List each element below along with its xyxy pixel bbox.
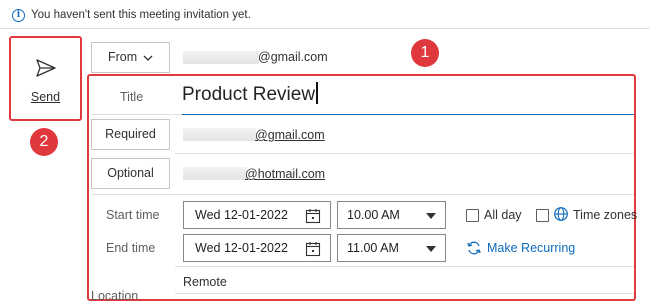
all-day-checkbox[interactable] [466,209,479,222]
location-underline [175,293,634,294]
end-date-value: Wed 12-01-2022 [195,241,288,255]
send-highlight-box [9,36,82,121]
required-button[interactable]: Required [91,119,170,150]
end-time-label: End time [106,241,156,255]
from-email-redacted [183,51,259,64]
required-email-redacted [183,128,256,141]
time-zones-label: Time zones [573,208,638,222]
start-date-picker[interactable]: Wed 12-01-2022 [183,201,331,229]
title-value: Product Review [182,84,316,105]
calendar-icon [305,209,321,224]
badge-two: 2 [30,128,58,156]
end-time-value: 11.00 AM [347,241,399,255]
separator [175,266,634,267]
separator [175,153,634,154]
time-zones-checkbox[interactable] [536,209,549,222]
separator [92,114,182,115]
title-label: Title [120,90,144,104]
end-date-picker[interactable]: Wed 12-01-2022 [183,234,331,262]
required-email-suffix[interactable]: @gmail.com [255,128,325,142]
dropdown-arrow-icon [426,246,436,252]
start-time-dropdown[interactable]: 10.00 AM [337,201,446,229]
info-icon: i [12,9,25,22]
from-email-suffix: @gmail.com [258,50,328,64]
location-value[interactable]: Remote [183,275,227,289]
text-caret [316,82,318,104]
dropdown-arrow-icon [426,213,436,219]
make-recurring-link[interactable]: Make Recurring [487,241,575,255]
title-underline [182,114,634,115]
info-message: You haven't sent this meeting invitation… [31,9,251,21]
optional-email-redacted [183,167,247,180]
chevron-down-icon [143,55,153,61]
globe-icon [554,207,568,221]
start-time-value: 10.00 AM [347,208,400,222]
all-day-label: All day [484,208,522,222]
location-label: Location [91,289,139,303]
from-button[interactable]: From [91,42,170,73]
start-date-value: Wed 12-01-2022 [195,208,288,222]
optional-button[interactable]: Optional [91,158,170,189]
recurring-icon [467,241,481,255]
from-label: From [108,50,138,64]
calendar-icon [305,242,321,257]
badge-one: 1 [411,39,439,67]
optional-email-suffix[interactable]: @hotmail.com [245,167,325,181]
separator [92,194,634,195]
start-time-label: Start time [106,208,160,222]
end-time-dropdown[interactable]: 11.00 AM [337,234,446,262]
title-input[interactable]: Product Review [182,82,318,106]
